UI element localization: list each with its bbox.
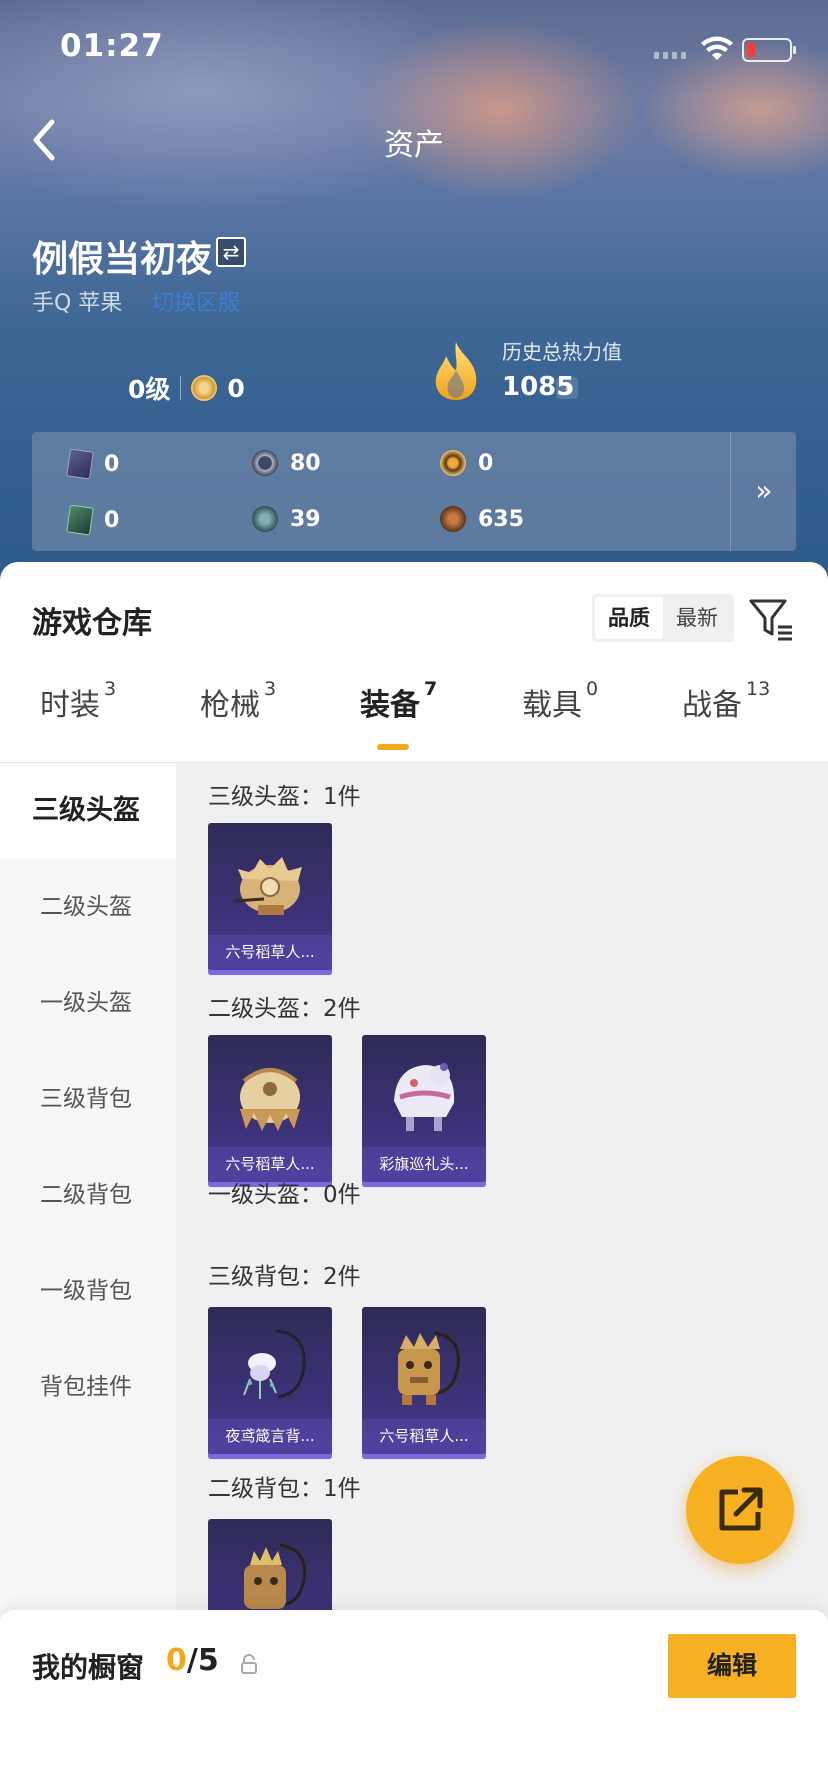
- tab-vehicles[interactable]: 载具 0: [522, 678, 599, 724]
- festival-helmet-icon: [394, 1063, 455, 1131]
- currency-value: 0: [478, 450, 494, 476]
- tab-label: 时装: [40, 688, 100, 723]
- sort-newest-button[interactable]: 最新: [663, 597, 731, 639]
- item-card[interactable]: 彩旗巡礼头...: [362, 1035, 486, 1187]
- active-tab-indicator: [377, 744, 409, 750]
- item-name: 六号稻草人...: [362, 1419, 486, 1453]
- item-card[interactable]: 六号稻草人...: [208, 1035, 332, 1187]
- asset-header: 01:27 资产 例假当初夜 ⇄ 手Q 苹果 切换区服 0级 0 历史总热力值 …: [0, 0, 828, 580]
- sort-quality-button[interactable]: 品质: [595, 597, 663, 639]
- tab-count: 7: [424, 678, 438, 700]
- divider: [180, 376, 182, 400]
- player-level: 0级: [128, 375, 171, 404]
- double-chevron-right-icon[interactable]: »: [744, 468, 784, 514]
- item-card[interactable]: 六号稻草人...: [362, 1307, 486, 1459]
- scarecrow-helmet-icon: [240, 1068, 300, 1131]
- coin-teal-icon: [252, 506, 278, 532]
- currency-panel[interactable]: 0 80 0 0 39 635 »: [32, 432, 796, 551]
- help-icon[interactable]: ?: [556, 377, 578, 399]
- currency-item: 0: [66, 504, 120, 536]
- lock-icon: [241, 1654, 257, 1674]
- coin-bronze-icon: [440, 506, 466, 532]
- section-label: 二级背包：1件: [208, 1476, 361, 1502]
- item-name: 彩旗巡礼头...: [362, 1147, 486, 1181]
- edit-button[interactable]: 编辑: [668, 1634, 796, 1698]
- item-card[interactable]: 夜鸢箴言背...: [208, 1307, 332, 1459]
- scarecrow-backpack-icon: [398, 1331, 460, 1405]
- account-platform: 手Q 苹果: [32, 291, 123, 316]
- tab-count: 13: [746, 678, 771, 700]
- player-name: 例假当初夜: [32, 239, 213, 280]
- showcase-title: 我的橱窗: [32, 1651, 145, 1684]
- tab-count: 3: [104, 678, 117, 700]
- showcase-count: 0/5: [166, 1643, 219, 1678]
- wifi-icon: [701, 36, 733, 60]
- item-name: 六号稻草人...: [208, 935, 332, 969]
- showcase-bar: 我的橱窗 0/5 编辑: [0, 1610, 828, 1792]
- coin-dark-icon: [252, 450, 278, 476]
- tab-weapons[interactable]: 枪械 3: [200, 678, 277, 724]
- sort-toggle[interactable]: 品质 最新: [592, 594, 734, 642]
- scarecrow-helmet-icon: [233, 857, 302, 915]
- showcase-total: /5: [186, 1643, 219, 1678]
- tab-label: 载具: [522, 688, 582, 723]
- share-button[interactable]: [686, 1456, 794, 1564]
- warehouse-title: 游戏仓库: [32, 606, 152, 641]
- night-kite-backpack-icon: [243, 1329, 306, 1399]
- tab-equipment[interactable]: 装备 7: [360, 678, 438, 724]
- battery-icon: [742, 38, 796, 62]
- section-label: 二级头盔：2件: [208, 996, 361, 1022]
- item-card[interactable]: 六号稻草人...: [208, 823, 332, 975]
- coin-gold-icon: [440, 450, 466, 476]
- sidebar-item-helmet-3[interactable]: 三级头盔: [0, 763, 176, 859]
- section-label: 三级背包：2件: [208, 1264, 361, 1290]
- card-green-icon: [66, 504, 94, 536]
- sidebar-item-helmet-2[interactable]: 二级头盔: [0, 859, 176, 955]
- card-purple-icon: [66, 448, 94, 480]
- filter-icon[interactable]: [748, 596, 794, 642]
- sidebar-item-backpack-2[interactable]: 二级背包: [0, 1147, 176, 1243]
- tab-label: 战备: [682, 688, 742, 723]
- currency-value: 0: [104, 507, 120, 533]
- currency-item: 39: [252, 506, 321, 532]
- rank-points: 0: [227, 373, 245, 403]
- item-name: 夜鸢箴言背...: [208, 1419, 332, 1453]
- switch-server-link[interactable]: 切换区服: [152, 285, 240, 317]
- tab-fashion[interactable]: 时装 3: [40, 678, 117, 724]
- sidebar-item-backpack-3[interactable]: 三级背包: [0, 1051, 176, 1147]
- sidebar-item-helmet-1[interactable]: 一级头盔: [0, 955, 176, 1051]
- status-time: 01:27: [60, 28, 164, 64]
- warehouse-panel: 游戏仓库 品质 最新 时装 3 枪械 3 装备 7 载具 0 战备 13 三级头盔 二级头…: [0, 562, 828, 1792]
- page-title: 资产: [384, 128, 444, 163]
- divider: [730, 432, 731, 551]
- currency-value: 635: [478, 506, 524, 532]
- flame-icon: [435, 342, 477, 400]
- tab-label: 枪械: [200, 688, 260, 723]
- tab-count: 3: [264, 678, 277, 700]
- sidebar-item-backpack-charm[interactable]: 背包挂件: [0, 1339, 176, 1435]
- showcase-current: 0: [166, 1643, 187, 1678]
- currency-item: 80: [252, 450, 321, 476]
- switch-account-icon[interactable]: ⇄: [216, 237, 246, 267]
- share-icon: [719, 1487, 763, 1531]
- level-summary: 0级 0: [128, 370, 245, 406]
- section-label: 三级头盔：1件: [208, 784, 361, 810]
- tab-count: 0: [586, 678, 599, 700]
- tab-supplies[interactable]: 战备 13: [682, 678, 771, 724]
- currency-value: 80: [290, 450, 321, 476]
- sidebar-item-backpack-1[interactable]: 一级背包: [0, 1243, 176, 1339]
- currency-value: 39: [290, 506, 321, 532]
- rank-badge-icon: [191, 375, 218, 401]
- currency-value: 0: [104, 451, 120, 477]
- currency-item: 635: [440, 506, 524, 532]
- category-tabs: 时装 3 枪械 3 装备 7 载具 0 战备 13: [0, 678, 828, 750]
- currency-item: 0: [440, 450, 493, 476]
- tab-label: 装备: [360, 688, 420, 723]
- section-label: 一级头盔：0件: [208, 1182, 361, 1208]
- currency-item: 0: [66, 448, 120, 480]
- heat-label: 历史总热力值: [502, 340, 622, 364]
- cellular-signal-icon: [654, 52, 686, 59]
- status-bar: 01:27: [0, 0, 828, 100]
